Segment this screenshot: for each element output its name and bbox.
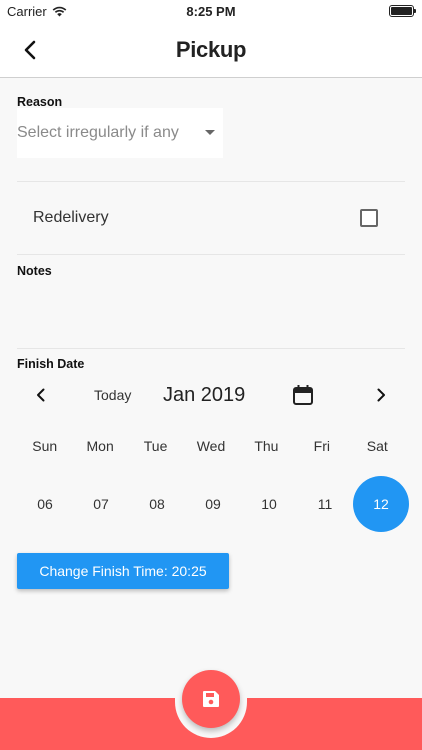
change-finish-time-button[interactable]: Change Finish Time: 20:25 xyxy=(17,553,229,589)
today-button[interactable]: Today xyxy=(94,387,131,403)
prev-week-button[interactable] xyxy=(28,382,54,408)
weekday-row: Sun Mon Tue Wed Thu Fri Sat xyxy=(17,438,405,454)
calendar-picker-button[interactable] xyxy=(290,382,316,408)
day-number: 06 xyxy=(37,496,53,512)
day-number: 09 xyxy=(205,496,221,512)
calendar-day[interactable]: 09 xyxy=(185,476,241,532)
status-bar: Carrier 8:25 PM xyxy=(0,0,422,22)
nav-bar: Pickup xyxy=(0,22,422,78)
weekday-label: Mon xyxy=(86,438,114,454)
reason-label: Reason xyxy=(17,95,63,109)
calendar-day[interactable]: 11 xyxy=(297,476,353,532)
next-week-button[interactable] xyxy=(368,382,394,408)
finish-date-label: Finish Date xyxy=(17,357,85,371)
save-icon xyxy=(203,691,219,707)
month-label: Jan 2019 xyxy=(163,384,246,406)
weekday-label: Thu xyxy=(254,438,279,454)
reason-dropdown[interactable]: Select irregularly if any xyxy=(17,108,223,158)
page-title: Pickup xyxy=(175,37,247,62)
calendar-icon xyxy=(293,385,313,405)
day-number: 10 xyxy=(261,496,277,512)
divider xyxy=(17,348,405,349)
day-number: 12 xyxy=(353,476,409,532)
divider xyxy=(17,254,405,255)
weekday-label: Sat xyxy=(366,438,388,454)
redelivery-checkbox[interactable] xyxy=(360,209,378,227)
notes-input[interactable] xyxy=(17,282,405,344)
weekday-label: Wed xyxy=(196,438,226,454)
calendar-header: Today Jan 2019 xyxy=(0,378,422,414)
battery-icon xyxy=(389,5,416,17)
notes-label: Notes xyxy=(17,264,52,278)
day-number: 08 xyxy=(149,496,165,512)
redelivery-label: Redelivery xyxy=(33,209,109,226)
day-row: 06 07 08 09 10 11 12 xyxy=(17,476,409,532)
redelivery-row: Redelivery xyxy=(17,182,405,254)
caret-down-icon xyxy=(205,130,215,135)
chevron-left-icon xyxy=(37,388,45,402)
calendar-day[interactable]: 10 xyxy=(241,476,297,532)
calendar-day[interactable]: 08 xyxy=(129,476,185,532)
day-number: 07 xyxy=(93,496,109,512)
status-time: 8:25 PM xyxy=(186,4,236,19)
weekday-label: Sun xyxy=(32,438,58,454)
reason-placeholder: Select irregularly if any xyxy=(17,124,179,141)
chevron-right-icon xyxy=(377,388,385,402)
day-number: 11 xyxy=(317,496,333,512)
calendar-day-selected[interactable]: 12 xyxy=(353,476,409,532)
calendar-day[interactable]: 07 xyxy=(73,476,129,532)
calendar-day[interactable]: 06 xyxy=(17,476,73,532)
weekday-label: Fri xyxy=(313,438,330,454)
weekday-label: Tue xyxy=(143,438,168,454)
save-button[interactable] xyxy=(182,670,240,728)
